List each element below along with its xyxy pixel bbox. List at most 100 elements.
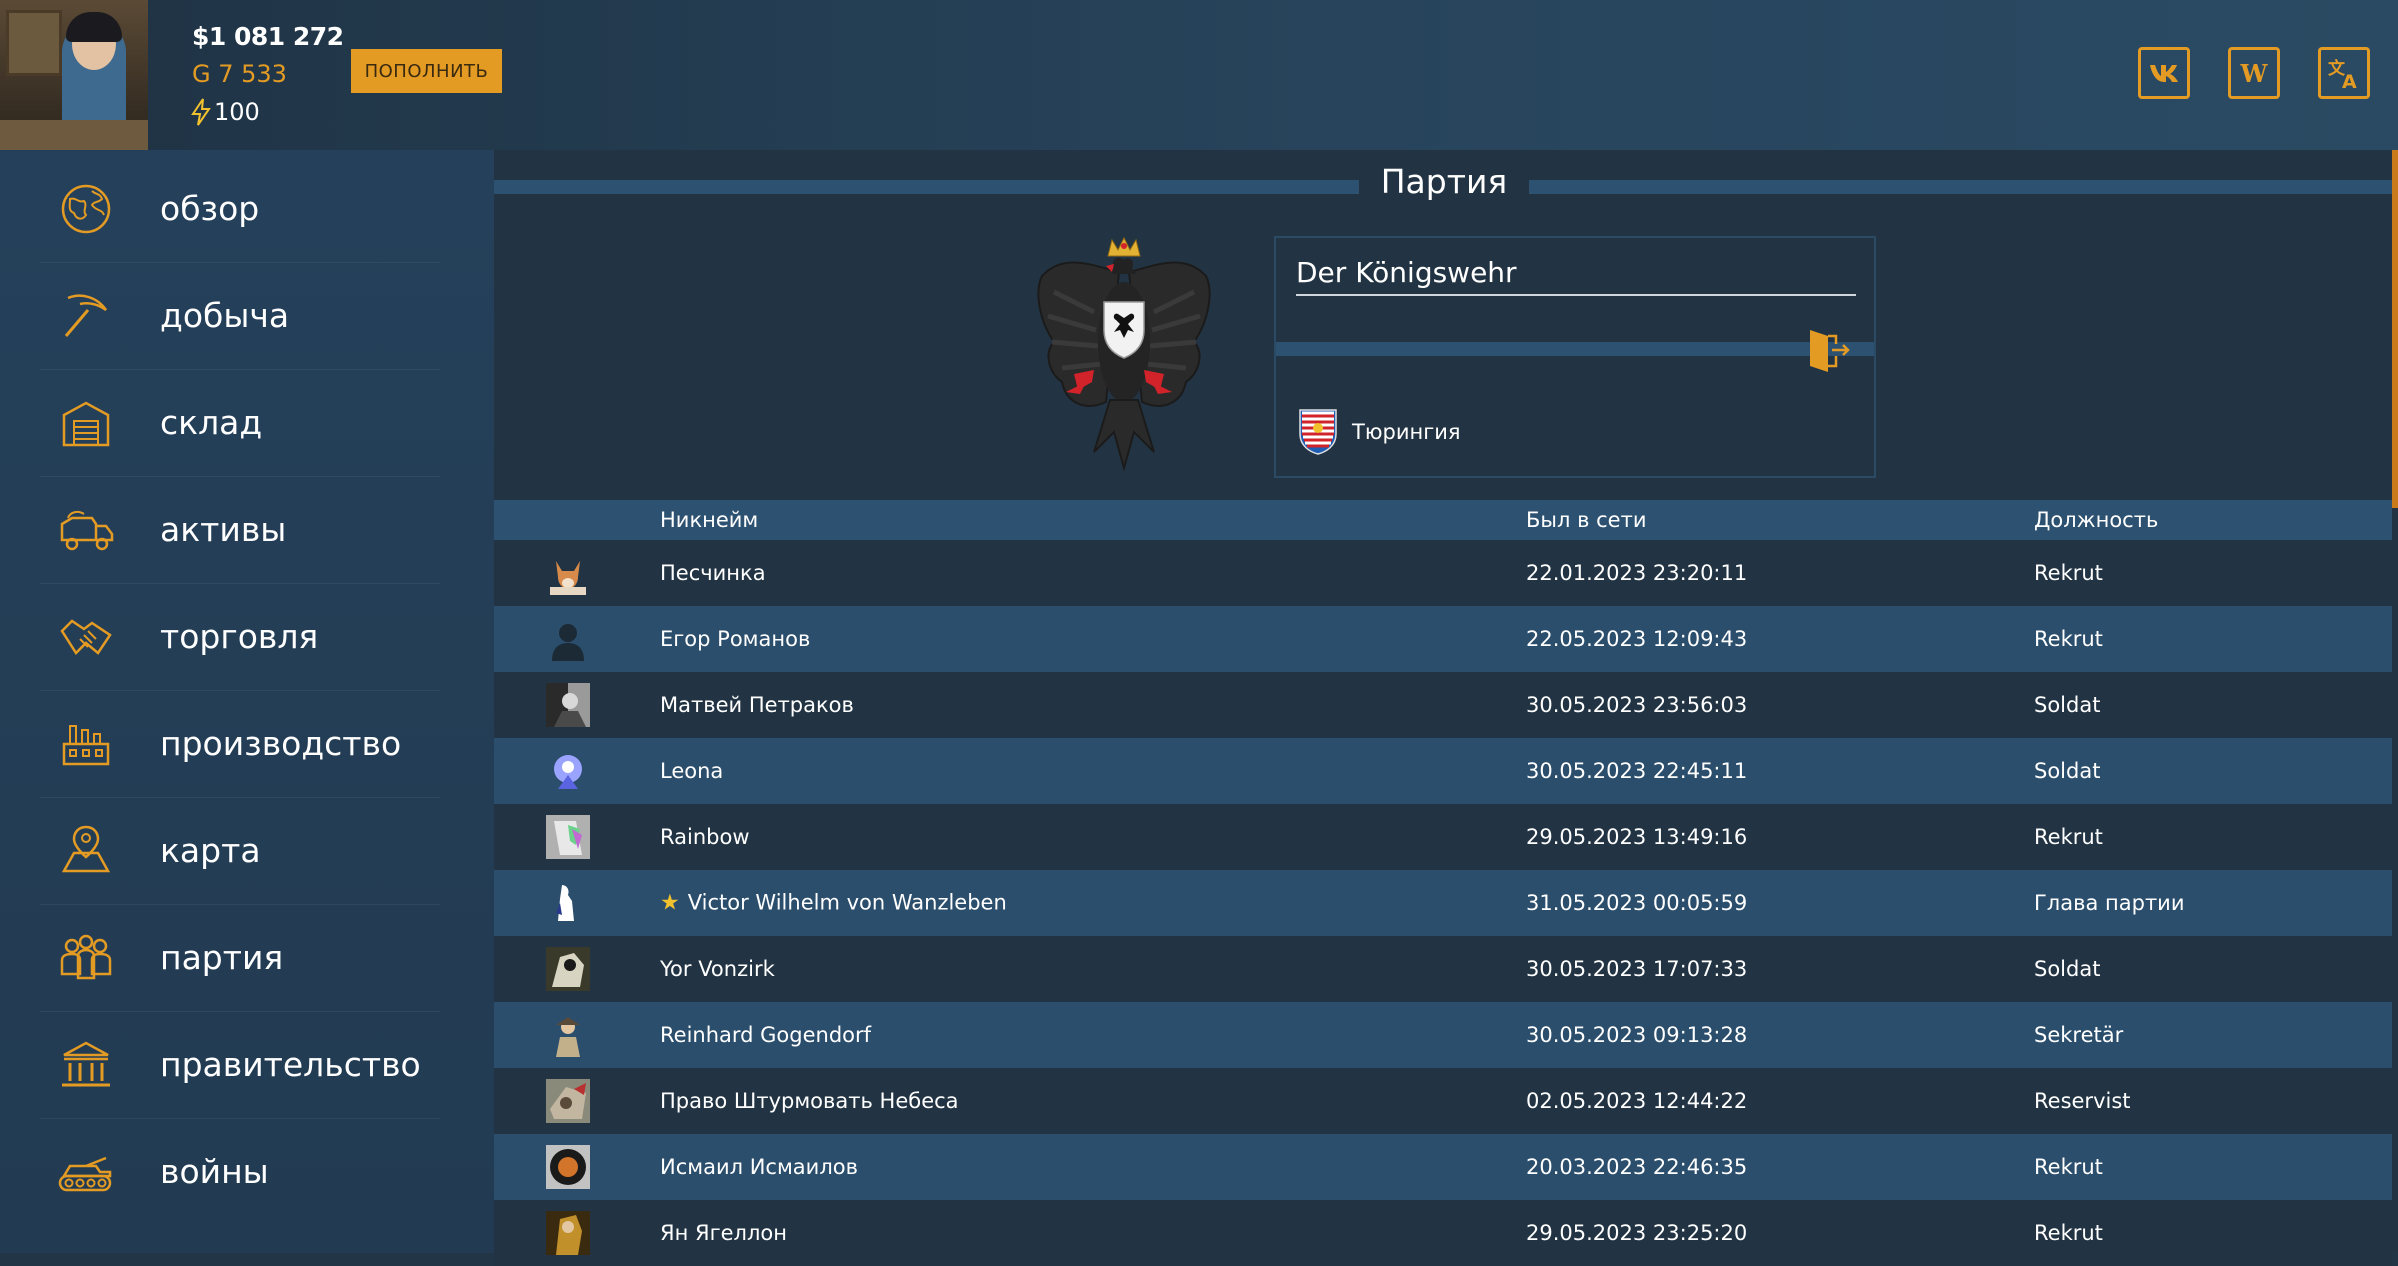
member-nickname[interactable]: Yor Vonzirk	[660, 957, 775, 981]
sidebar-item-label: торговля	[160, 617, 319, 656]
party-band	[1276, 342, 1874, 356]
sidebar-item-overview[interactable]: обзор	[40, 155, 440, 263]
member-avatar[interactable]	[546, 1145, 590, 1189]
column-header-position[interactable]: Должность	[2034, 508, 2158, 532]
sidebar-item-warehouse[interactable]: склад	[40, 369, 440, 477]
member-avatar[interactable]	[546, 1211, 590, 1255]
member-avatar[interactable]	[546, 749, 590, 793]
member-position: Rekrut	[2034, 561, 2103, 585]
factory-icon	[62, 724, 110, 765]
sidebar-item-label: войны	[160, 1152, 269, 1191]
member-nickname[interactable]: Матвей Петраков	[660, 693, 854, 717]
government-icon	[62, 1041, 110, 1086]
sidebar: обзор добыча склад активы торговля произ…	[0, 150, 494, 1253]
member-nickname[interactable]: Песчинка	[660, 561, 766, 585]
column-header-last-seen[interactable]: Был в сети	[1526, 508, 1646, 532]
member-avatar[interactable]	[546, 947, 590, 991]
party-name-field[interactable]: Der Königswehr	[1296, 256, 1856, 296]
lightning-icon	[191, 98, 211, 126]
table-row[interactable]: Ян Ягеллон 29.05.2023 23:25:20 Rekrut	[494, 1200, 2392, 1266]
member-position: Rekrut	[2034, 1155, 2103, 1179]
pickaxe-icon	[64, 293, 108, 337]
table-row[interactable]: Yor Vonzirk 30.05.2023 17:07:33 Soldat	[494, 936, 2392, 1002]
user-avatar[interactable]	[0, 0, 148, 150]
sidebar-item-label: правительство	[160, 1045, 421, 1084]
sidebar-item-label: активы	[160, 510, 287, 549]
member-nickname[interactable]: Rainbow	[660, 825, 750, 849]
wiki-icon[interactable]: W	[2228, 47, 2280, 99]
page-title: Партия	[494, 162, 2394, 201]
member-avatar[interactable]	[546, 617, 590, 661]
gold-balance: G 7 533	[192, 60, 287, 88]
member-nickname[interactable]: ★ Victor Wilhelm von Wanzleben	[660, 891, 1007, 916]
member-last-seen: 02.05.2023 12:44:22	[1526, 1089, 1748, 1113]
member-avatar[interactable]	[546, 881, 590, 925]
sidebar-item-government[interactable]: правительство	[40, 1011, 440, 1119]
truck-icon	[60, 510, 114, 550]
member-last-seen: 31.05.2023 00:05:59	[1526, 891, 1748, 915]
handshake-icon	[60, 618, 112, 655]
sidebar-item-party[interactable]: партия	[40, 904, 440, 1012]
member-nickname[interactable]: Reinhard Gogendorf	[660, 1023, 871, 1047]
table-row[interactable]: Исмаил Исмаилов 20.03.2023 22:46:35 Rekr…	[494, 1134, 2392, 1200]
wiki-icon-letter: W	[2240, 58, 2268, 88]
member-nickname[interactable]: Ян Ягеллон	[660, 1221, 787, 1245]
vk-icon[interactable]	[2138, 47, 2190, 99]
top-bar: $1 081 272 G 7 533 100 ПОПОЛНИТЬ W 文A	[0, 0, 2398, 150]
sidebar-item-label: производство	[160, 724, 402, 763]
table-row[interactable]: Leona 30.05.2023 22:45:11 Soldat	[494, 738, 2392, 804]
sidebar-item-map[interactable]: карта	[40, 797, 440, 905]
sidebar-item-label: партия	[160, 938, 284, 977]
member-avatar[interactable]	[546, 683, 590, 727]
member-nickname[interactable]: Право Штурмовать Небеса	[660, 1089, 959, 1113]
member-last-seen: 22.05.2023 12:09:43	[1526, 627, 1748, 651]
table-row[interactable]: Rainbow 29.05.2023 13:49:16 Rekrut	[494, 804, 2392, 870]
member-nickname[interactable]: Исмаил Исмаилов	[660, 1155, 858, 1179]
leave-party-icon[interactable]	[1806, 326, 1852, 374]
region-name: Тюрингия	[1352, 420, 1461, 444]
energy-value: 100	[214, 98, 260, 126]
sidebar-item-mining[interactable]: добыча	[40, 262, 440, 370]
thuringia-coat-of-arms-icon	[1299, 409, 1337, 455]
table-row[interactable]: Матвей Петраков 30.05.2023 23:56:03 Sold…	[494, 672, 2392, 738]
member-avatar[interactable]	[546, 815, 590, 859]
table-row[interactable]: ★ Victor Wilhelm von Wanzleben 31.05.2023…	[494, 870, 2392, 936]
member-avatar[interactable]	[546, 1079, 590, 1123]
member-nickname[interactable]: Leona	[660, 759, 723, 783]
table-row[interactable]: Право Штурмовать Небеса 02.05.2023 12:44…	[494, 1068, 2392, 1134]
warehouse-icon	[62, 401, 110, 446]
sidebar-item-trade[interactable]: торговля	[40, 583, 440, 691]
people-icon	[60, 934, 112, 979]
member-position: Sekretär	[2034, 1023, 2124, 1047]
member-avatar[interactable]	[546, 551, 590, 595]
member-nickname[interactable]: Егор Романов	[660, 627, 810, 651]
sidebar-item-label: карта	[160, 831, 261, 870]
scrollbar[interactable]	[2392, 150, 2398, 508]
table-row[interactable]: Reinhard Gogendorf 30.05.2023 09:13:28 S…	[494, 1002, 2392, 1068]
external-links: W 文A	[2138, 47, 2398, 101]
member-last-seen: 30.05.2023 17:07:33	[1526, 957, 1748, 981]
translate-icon[interactable]: 文A	[2318, 47, 2370, 99]
party-region[interactable]: Тюрингия	[1298, 408, 1461, 456]
tank-icon	[58, 1156, 112, 1191]
member-last-seen: 29.05.2023 13:49:16	[1526, 825, 1748, 849]
member-avatar[interactable]	[546, 1013, 590, 1057]
sidebar-item-label: добыча	[160, 296, 290, 335]
main-content: Партия Der Königswehr Тюрингия Никнейм Б…	[494, 150, 2398, 1266]
member-last-seen: 22.01.2023 23:20:11	[1526, 561, 1748, 585]
sidebar-item-label: обзор	[160, 189, 260, 228]
table-header: Никнейм Был в сети Должность	[494, 500, 2392, 540]
money-balance: $1 081 272	[192, 22, 344, 51]
table-row[interactable]: Песчинка 22.01.2023 23:20:11 Rekrut	[494, 540, 2392, 606]
sidebar-item-wars[interactable]: войны	[40, 1118, 440, 1225]
topup-button[interactable]: ПОПОЛНИТЬ	[351, 49, 502, 93]
sidebar-item-production[interactable]: производство	[40, 690, 440, 798]
party-info-card: Der Königswehr Тюрингия	[1274, 236, 1876, 478]
member-nickname-text: Victor Wilhelm von Wanzleben	[687, 890, 1007, 915]
member-last-seen: 30.05.2023 22:45:11	[1526, 759, 1748, 783]
sidebar-item-assets[interactable]: активы	[40, 476, 440, 584]
party-leader-star-icon: ★	[660, 890, 680, 916]
member-position: Rekrut	[2034, 1221, 2103, 1245]
column-header-nickname[interactable]: Никнейм	[660, 508, 758, 532]
table-row[interactable]: Егор Романов 22.05.2023 12:09:43 Rekrut	[494, 606, 2392, 672]
